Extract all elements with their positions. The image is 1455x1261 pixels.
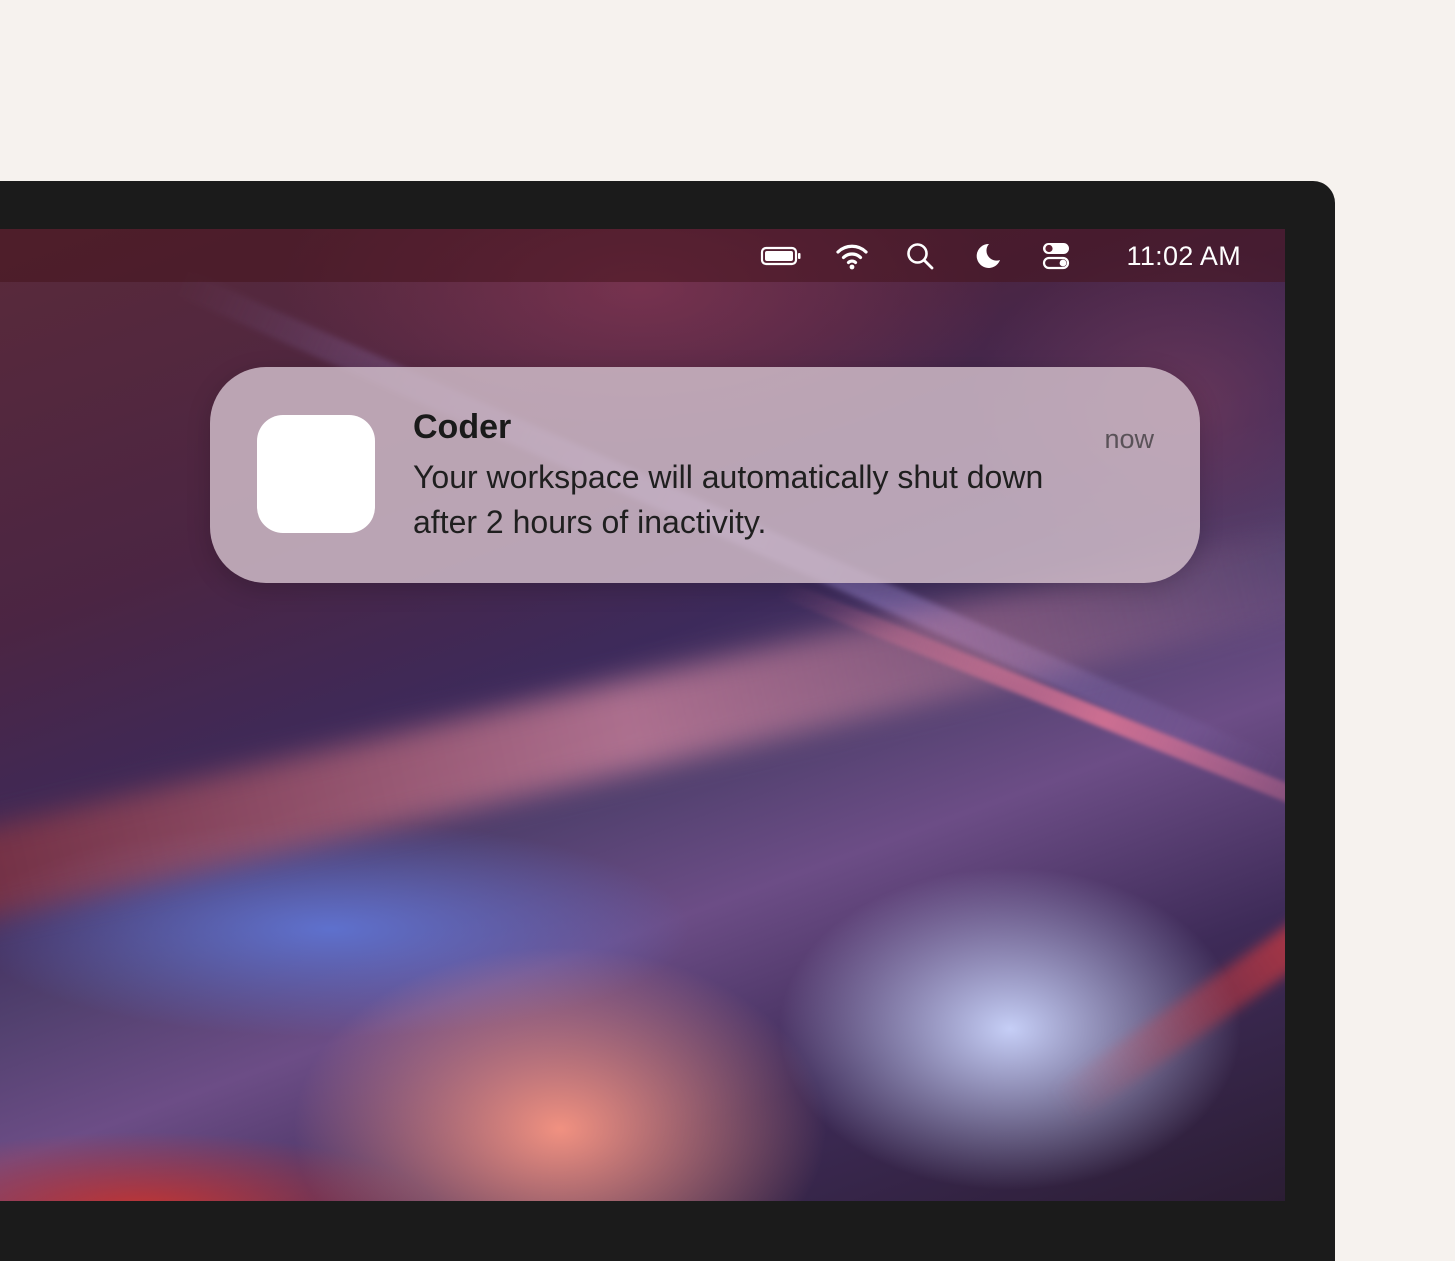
control-center-icon[interactable] <box>1035 241 1077 271</box>
notification-app-name: Coder <box>413 408 512 446</box>
do-not-disturb-moon-icon[interactable] <box>967 241 1009 271</box>
battery-icon[interactable] <box>760 241 802 271</box>
search-icon[interactable] <box>899 241 941 271</box>
notification-message: Your workspace will automatically shut d… <box>413 459 1044 540</box>
notification-timestamp: now <box>1104 424 1154 454</box>
wallpaper-light-band <box>1048 863 1285 1126</box>
coder-app-icon <box>257 415 375 533</box>
menu-bar-clock[interactable]: 11:02 AM <box>1127 239 1241 273</box>
menu-bar: 11:02 AM <box>0 229 1285 282</box>
notification-banner[interactable]: Coder Your workspace will automatically … <box>210 367 1200 583</box>
wallpaper-light-band <box>776 579 1285 859</box>
wifi-icon[interactable] <box>831 241 873 271</box>
desktop-screen: 11:02 AM Coder Your workspace will autom… <box>0 229 1285 1201</box>
